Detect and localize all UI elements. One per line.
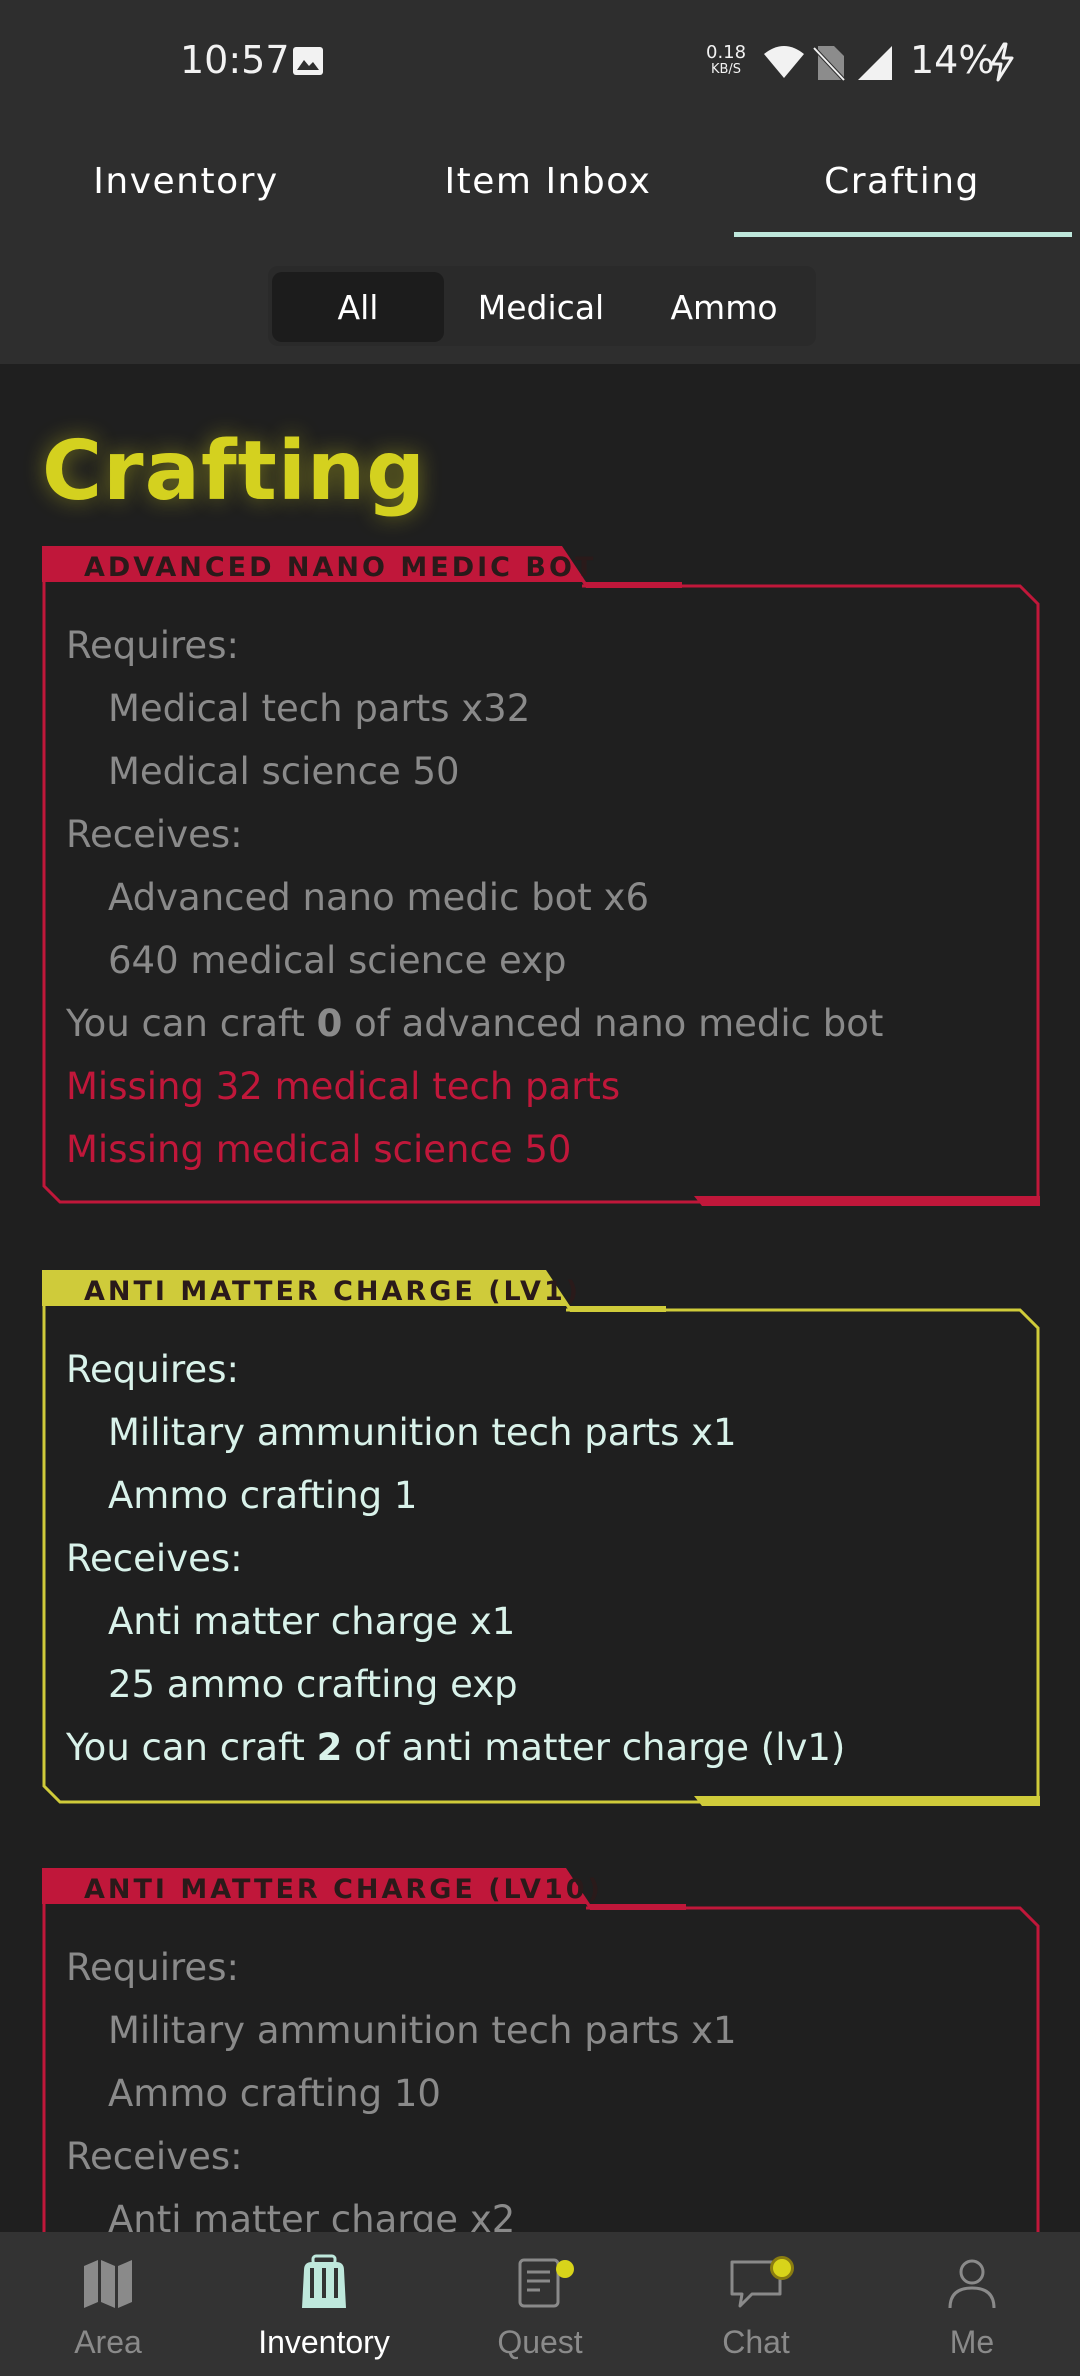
recipe-title: ANTI MATTER CHARGE (LV1) [84,1276,582,1307]
requirement-item: Military ammunition tech parts x1 [108,1411,737,1454]
recipe-title: ADVANCED NANO MEDIC BOT [84,552,597,583]
can-craft-count: 0 [316,1002,343,1045]
can-craft-prefix: You can craft [66,1726,317,1769]
nav-chat-label: Chat [722,2324,790,2360]
tab-inventory[interactable]: Inventory [6,120,366,242]
can-craft-text: You can craft 2 of anti matter charge (l… [66,1716,845,1779]
filter-medical-button[interactable]: Medical [454,272,628,342]
reward-item: Anti matter charge x1 [108,1600,516,1643]
receives-label: Receives: [66,1537,243,1580]
requirement-item: Medical tech parts x32 [108,687,531,730]
quest-badge-dot [556,2260,574,2278]
nav-me[interactable]: Me [864,2232,1080,2376]
status-bar: 10:57 0.18 KB/S 14% [0,0,1080,120]
reward-item: Anti matter charge x2 [108,2198,516,2232]
chat-badge-dot [770,2256,794,2280]
recipe-details: Requires: Military ammunition tech parts… [66,1936,737,2232]
requirement-item: Military ammunition tech parts x1 [108,2009,737,2052]
active-tab-indicator [734,232,1072,237]
reward-item: Advanced nano medic bot x6 [108,876,649,919]
bottom-navigation: Area Inventory Quest Chat Me [0,2232,1080,2376]
person-icon [948,2259,996,2309]
no-sim-icon [812,46,846,82]
map-icon [84,2260,132,2308]
nav-inventory[interactable]: Inventory [216,2232,432,2376]
can-craft-count: 2 [316,1726,343,1769]
nav-me-label: Me [949,2324,995,2360]
filter-all-button[interactable]: All [272,272,444,342]
backpack-icon [302,2254,346,2308]
nav-chat[interactable]: Chat [648,2232,864,2376]
missing-requirement: Missing 32 medical tech parts [66,1065,621,1108]
charging-bolt-icon [990,42,1014,82]
crafting-list[interactable]: Crafting ADVANCED NANO MEDIC BOT Require… [0,364,1080,2232]
recipe-card-anti-matter-charge-lv1[interactable]: ANTI MATTER CHARGE (LV1) Requires: Milit… [42,1270,1040,1806]
recipe-card-advanced-nano-medic-bot[interactable]: ADVANCED NANO MEDIC BOT Requires: Medica… [42,546,1040,1206]
requirement-item: Medical science 50 [108,750,460,793]
page-title: Crafting [42,424,427,519]
requires-label: Requires: [66,1946,239,1989]
network-speed: 0.18 KB/S [706,44,746,78]
requirement-item: Ammo crafting 1 [108,1474,418,1517]
can-craft-prefix: You can craft [66,1002,317,1045]
nav-quest-label: Quest [497,2324,583,2360]
status-time: 10:57 [180,38,290,82]
image-notification-icon [293,47,323,75]
nav-quest[interactable]: Quest [432,2232,648,2376]
recipe-card-anti-matter-charge-lv10[interactable]: ANTI MATTER CHARGE (LV10) Requires: Mili… [42,1868,1040,2232]
nav-area-label: Area [74,2324,142,2360]
top-tabs: Inventory Item Inbox Crafting [0,120,1080,242]
requires-label: Requires: [66,1348,239,1391]
reward-item: 640 medical science exp [108,939,567,982]
tab-crafting[interactable]: Crafting [722,120,1080,242]
app-root: 10:57 0.18 KB/S 14% Inventory Item Inbox… [0,0,1080,2376]
missing-requirement: Missing medical science 50 [66,1128,572,1171]
signal-icon [858,46,892,80]
reward-item: 25 ammo crafting exp [108,1663,518,1706]
receives-label: Receives: [66,2135,243,2178]
recipe-details: Requires: Medical tech parts x32 Medical… [66,614,883,1181]
recipe-title: ANTI MATTER CHARGE (LV10) [84,1874,603,1905]
filter-bar: All Medical Ammo [0,242,1080,364]
can-craft-suffix: of anti matter charge (lv1) [342,1726,846,1769]
tab-item-inbox[interactable]: Item Inbox [368,120,728,242]
filter-ammo-button[interactable]: Ammo [638,272,810,342]
can-craft-suffix: of advanced nano medic bot [342,1002,884,1045]
filter-segmented-control: All Medical Ammo [268,266,816,346]
requires-label: Requires: [66,624,239,667]
network-speed-value: 0.18 [706,42,747,63]
receives-label: Receives: [66,813,243,856]
recipe-details: Requires: Military ammunition tech parts… [66,1338,845,1779]
can-craft-text: You can craft 0 of advanced nano medic b… [66,992,883,1055]
requirement-item: Ammo crafting 10 [108,2072,441,2115]
nav-inventory-label: Inventory [258,2324,390,2360]
wifi-icon [764,46,804,78]
battery-percentage: 14% [910,38,995,82]
network-speed-unit: KB/S [710,62,742,77]
nav-area[interactable]: Area [0,2232,216,2376]
